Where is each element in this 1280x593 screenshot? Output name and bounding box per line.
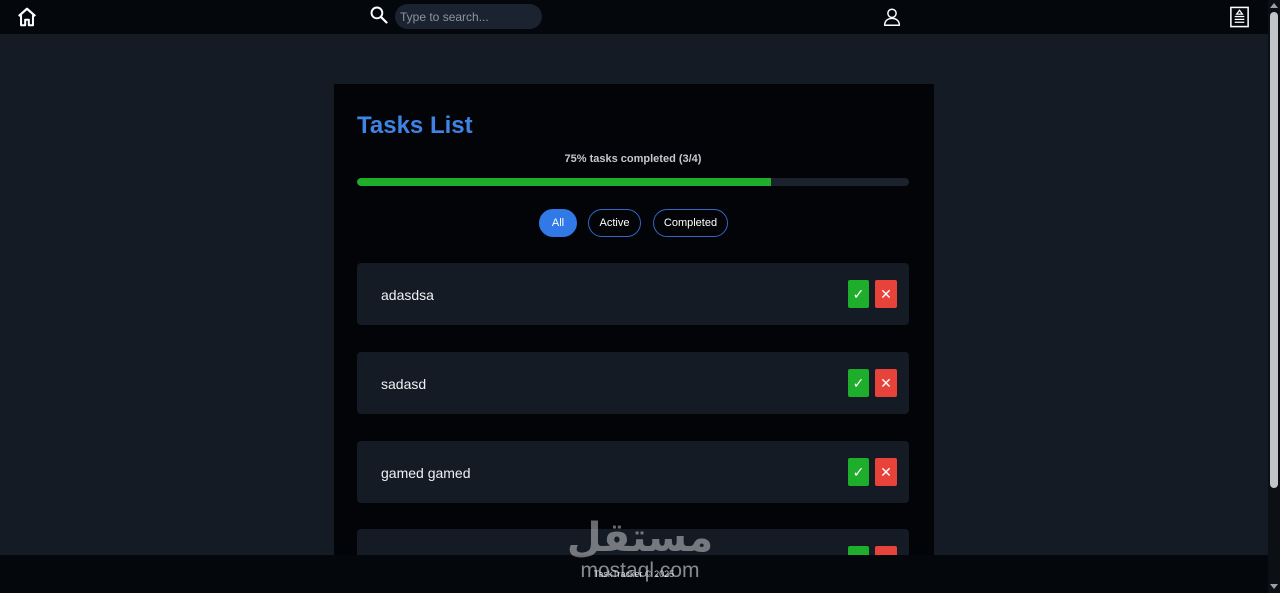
task-text: gamed gamed — [381, 465, 471, 481]
scrollbar-thumb[interactable] — [1270, 12, 1278, 488]
progress-bar — [357, 178, 909, 186]
user-icon[interactable] — [881, 6, 903, 28]
complete-task-button[interactable]: ✓ — [848, 546, 869, 555]
task-text: sadasd — [381, 376, 427, 392]
complete-task-button[interactable]: ✓ — [848, 280, 869, 308]
complete-task-button[interactable]: ✓ — [848, 369, 869, 397]
filter-all-button[interactable]: All — [539, 209, 577, 237]
tasks-panel: Tasks List 75% tasks completed (3/4) All… — [334, 84, 934, 555]
filter-completed-button[interactable]: Completed — [653, 209, 728, 237]
task-item: adasdsa ✓ ✕ — [357, 263, 909, 325]
page-scrollbar[interactable] — [1268, 0, 1280, 593]
progress-bar-fill — [357, 178, 771, 186]
delete-task-button[interactable]: ✕ — [875, 369, 897, 397]
task-item: sadasd ✓ ✕ — [357, 352, 909, 414]
delete-task-button[interactable]: ✕ — [875, 546, 897, 555]
task-item: ✓ ✕ — [357, 529, 909, 555]
page-title: Tasks List — [357, 112, 473, 139]
delete-task-button[interactable]: ✕ — [875, 458, 897, 486]
task-text: adasdsa — [381, 287, 434, 303]
complete-task-button[interactable]: ✓ — [848, 458, 869, 486]
footer: TaskTracker © 2025 — [0, 555, 1268, 593]
search-input[interactable] — [395, 4, 542, 29]
scroll-down-arrow-icon[interactable] — [1270, 584, 1278, 589]
progress-label: 75% tasks completed (3/4) — [564, 153, 702, 165]
document-icon[interactable] — [1228, 5, 1251, 29]
home-icon[interactable] — [16, 6, 38, 28]
task-item: gamed gamed ✓ ✕ — [357, 441, 909, 503]
scroll-up-arrow-icon[interactable] — [1270, 3, 1278, 8]
top-navbar — [0, 0, 1268, 34]
delete-task-button[interactable]: ✕ — [875, 280, 897, 308]
filter-active-button[interactable]: Active — [588, 209, 641, 237]
search-icon[interactable] — [369, 5, 389, 25]
footer-copyright: TaskTracker © 2025 — [593, 569, 675, 579]
